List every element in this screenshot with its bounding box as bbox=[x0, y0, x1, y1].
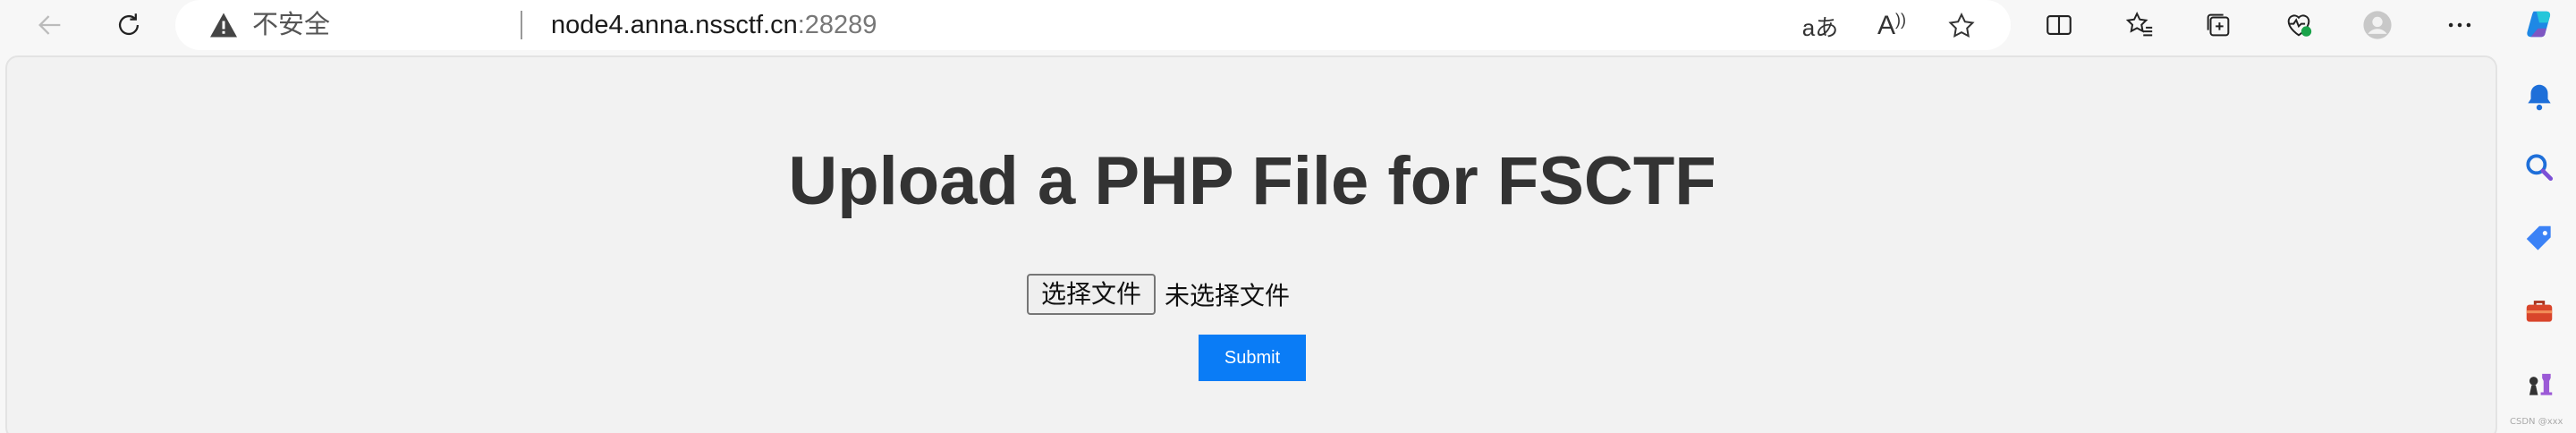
star-icon bbox=[1948, 12, 1975, 38]
browser-toolbar: 不安全 node4.anna.nssctf.cn:28289 aあ A)) bbox=[0, 0, 2576, 50]
url-text[interactable]: node4.anna.nssctf.cn:28289 bbox=[551, 11, 877, 39]
favorite-button[interactable] bbox=[1941, 5, 1982, 47]
back-button[interactable] bbox=[29, 4, 72, 47]
submit-button[interactable]: Submit bbox=[1199, 335, 1306, 381]
refresh-button[interactable] bbox=[107, 4, 150, 47]
settings-more-button[interactable] bbox=[2438, 4, 2481, 47]
address-bar[interactable]: 不安全 node4.anna.nssctf.cn:28289 aあ A)) bbox=[175, 0, 2011, 50]
address-separator bbox=[521, 11, 522, 39]
favorites-button[interactable] bbox=[2118, 4, 2161, 47]
copilot-icon bbox=[2527, 11, 2551, 38]
refresh-icon bbox=[118, 13, 140, 36]
avatar-icon bbox=[2363, 11, 2392, 39]
tag-icon bbox=[2526, 225, 2551, 250]
search-icon bbox=[2526, 154, 2554, 182]
browser-essentials-button[interactable] bbox=[2277, 4, 2320, 47]
collections-button[interactable] bbox=[2197, 4, 2240, 47]
chess-icon bbox=[2529, 373, 2553, 395]
read-aloud-icon: A)) bbox=[1877, 11, 1906, 40]
watermark: CSDN @xxx bbox=[2510, 417, 2563, 427]
read-aloud-button[interactable]: A)) bbox=[1871, 5, 1912, 47]
shopping-button[interactable] bbox=[2519, 218, 2560, 259]
url-port: :28289 bbox=[797, 11, 877, 39]
toolbox-icon bbox=[2526, 301, 2553, 322]
games-button[interactable] bbox=[2519, 363, 2560, 404]
profile-button[interactable] bbox=[2356, 4, 2399, 47]
copilot-button[interactable] bbox=[2519, 4, 2560, 45]
warning-icon bbox=[210, 13, 237, 38]
more-dots-icon bbox=[2448, 22, 2471, 28]
translate-button[interactable]: aあ bbox=[1800, 5, 1841, 47]
heart-pulse-icon bbox=[2287, 14, 2312, 37]
file-input[interactable]: 选择文件 未选择文件 bbox=[1027, 274, 1290, 315]
notifications-button[interactable] bbox=[2519, 77, 2560, 118]
choose-file-button[interactable]: 选择文件 bbox=[1027, 274, 1157, 315]
collections-icon bbox=[2207, 13, 2230, 37]
read-aloud-label: A bbox=[1877, 11, 1895, 40]
back-arrow-icon bbox=[38, 15, 61, 35]
split-screen-button[interactable] bbox=[2038, 4, 2080, 47]
search-button[interactable] bbox=[2519, 147, 2560, 188]
split-screen-icon bbox=[2046, 15, 2072, 35]
url-host: node4.anna.nssctf.cn bbox=[551, 11, 798, 39]
edge-sidebar bbox=[2504, 0, 2576, 433]
favorites-icon bbox=[2125, 11, 2153, 37]
security-label[interactable]: 不安全 bbox=[252, 11, 330, 39]
file-status-text: 未选择文件 bbox=[1165, 281, 1291, 310]
page-title: Upload a PHP File for FSCTF bbox=[788, 143, 1716, 219]
translate-icon: aあ bbox=[1801, 13, 1839, 41]
bell-icon bbox=[2528, 84, 2551, 111]
tools-button[interactable] bbox=[2519, 290, 2560, 331]
